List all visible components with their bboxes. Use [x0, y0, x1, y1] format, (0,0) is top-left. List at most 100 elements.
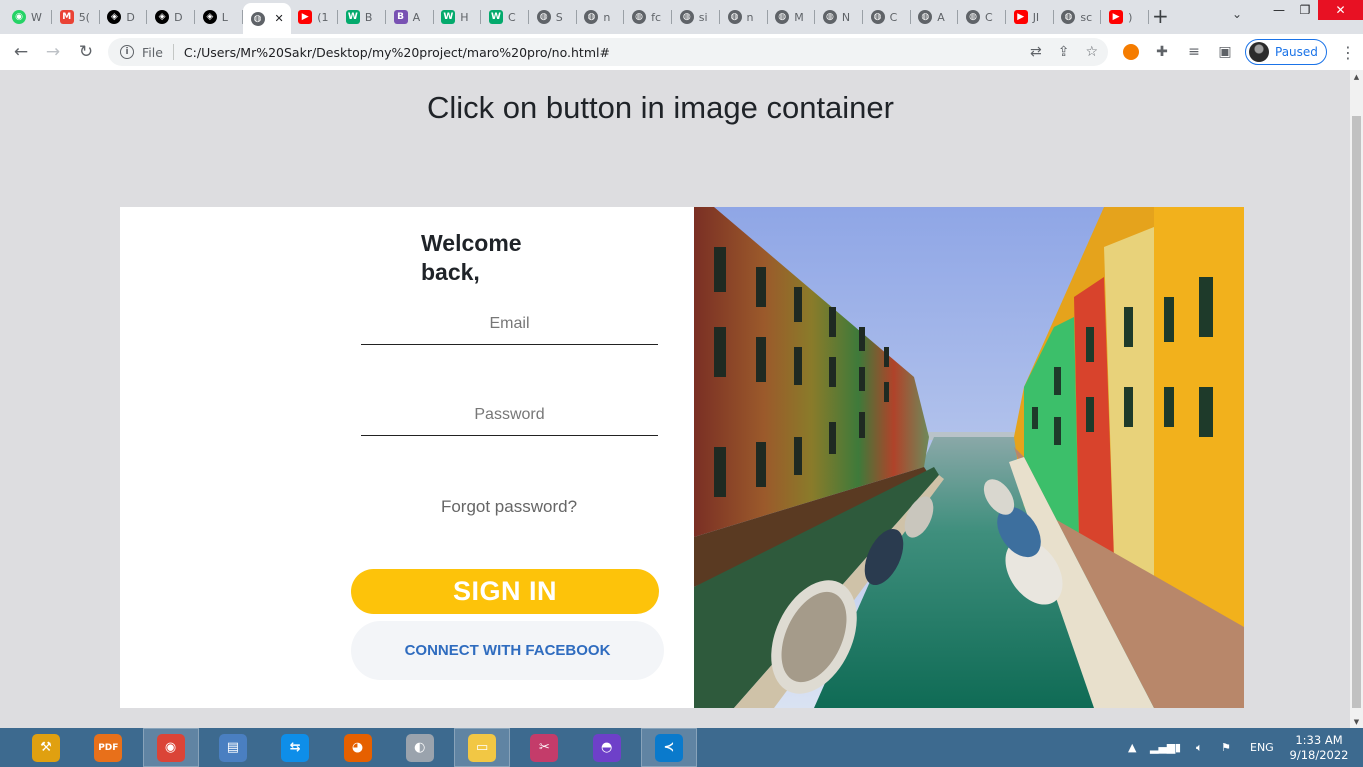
taskbar-app-button[interactable]: ≺	[641, 728, 697, 767]
extension-button[interactable]	[1122, 43, 1140, 61]
clock-date: 9/18/2022	[1289, 748, 1349, 762]
browser-tab[interactable]: ◍ M	[767, 5, 816, 29]
taskbar-app-button[interactable]: ◕	[330, 728, 386, 767]
new-tab-button[interactable]: +	[1152, 5, 1169, 27]
forgot-password-link[interactable]: Forgot password?	[350, 497, 668, 517]
tab-title: D	[174, 10, 183, 24]
volume-icon[interactable]: 🔈︎	[1196, 728, 1203, 767]
browser-tab[interactable]: ◈ D	[99, 5, 148, 29]
browser-toolbar: ← → ↻ i File C:/Users/Mr%20Sakr/Desktop/…	[0, 34, 1363, 70]
network-pc-icon: ▤	[218, 733, 247, 762]
windows-taskbar: ▲ ▂▄▆ ▮ 🔈︎ ⚑ ENG 1:33 AM 9/18/2022 ⚒ PDF ◉…	[0, 728, 1363, 767]
taskbar-app-button[interactable]: ◓	[579, 728, 635, 767]
taskbar-app-button[interactable]: ⇆	[267, 728, 323, 767]
connect-facebook-button[interactable]: CONNECT WITH FACEBOOK	[351, 621, 664, 680]
taskbar-app-button[interactable]: ◐	[392, 728, 448, 767]
system-clock[interactable]: 1:33 AM 9/18/2022	[1286, 733, 1352, 763]
taskbar-app-button[interactable]: ⚒	[18, 728, 74, 767]
browser-tab[interactable]: ◍ fc	[624, 5, 673, 29]
browser-tab[interactable]: ◈ D	[147, 5, 196, 29]
taskbar-app-button[interactable]: ✂	[516, 728, 572, 767]
tray-overflow-icon[interactable]: ▲	[1128, 728, 1136, 767]
browser-tab[interactable]: ◍ n	[576, 5, 625, 29]
tab-title: si	[698, 10, 708, 24]
profile-button[interactable]: Paused	[1245, 39, 1327, 65]
reload-button[interactable]: ↻	[74, 40, 98, 64]
restore-button[interactable]: ❐	[1288, 0, 1322, 20]
tab-title: C	[508, 10, 516, 24]
tab-title: n	[746, 10, 754, 24]
browser-tab[interactable]: M 5(	[52, 5, 100, 29]
bookmark-star-icon[interactable]: ☆	[1085, 44, 1098, 60]
browser-tab[interactable]: ◍ si	[672, 5, 720, 29]
scroll-up-arrow-icon[interactable]: ▲	[1350, 70, 1363, 83]
taskbar-app-button[interactable]: PDF	[80, 728, 136, 767]
page-viewport: Click on button in image container Welco…	[0, 70, 1350, 728]
url-scheme-label: File	[142, 44, 163, 60]
email-field[interactable]	[361, 303, 658, 345]
chrome-icon: ◉	[156, 733, 185, 762]
browser-tab[interactable]: ◍ N	[815, 5, 863, 29]
taskbar-app-button[interactable]: ◉	[142, 728, 199, 767]
file-explorer-icon: ▭	[468, 733, 497, 762]
browser-tab[interactable]: WB	[338, 5, 386, 29]
browser-tab[interactable]: ◍ n	[720, 5, 768, 29]
firefox-icon: ◕	[343, 733, 372, 762]
extensions-puzzle-button[interactable]: ✚	[1153, 43, 1171, 61]
tab-title: M	[794, 10, 804, 24]
browser-tab[interactable]: ◍ C	[863, 5, 911, 29]
url-text[interactable]: C:/Users/Mr%20Sakr/Desktop/my%20project/…	[184, 45, 610, 60]
share-icon[interactable]: ⇪	[1058, 44, 1070, 60]
flag-icon[interactable]: ⚑	[1221, 728, 1231, 767]
globe-icon: ◍	[966, 10, 980, 24]
language-indicator[interactable]: ENG	[1250, 728, 1274, 767]
whatsapp-icon: ◉	[12, 10, 26, 24]
browser-tab[interactable]: ◍ C	[958, 5, 1006, 29]
welcome-heading: Welcome back,	[421, 230, 522, 285]
back-button[interactable]: ←	[9, 40, 33, 64]
password-field[interactable]	[361, 394, 658, 436]
media-control-button[interactable]: ≡	[1185, 43, 1203, 61]
codepen-icon: ◈	[202, 10, 217, 24]
login-card: Welcome back, Forgot password? SIGN IN C…	[120, 207, 1244, 708]
address-bar[interactable]: i File C:/Users/Mr%20Sakr/Desktop/my%20p…	[108, 38, 1108, 66]
browser-tab[interactable]: WC	[481, 5, 529, 29]
browser-tab[interactable]: ◍ A	[910, 5, 959, 29]
battery-icon[interactable]: ▮	[1175, 728, 1181, 767]
browser-tab[interactable]: ▶ JI	[1006, 5, 1054, 29]
browser-tab[interactable]: ▶)	[1101, 5, 1150, 29]
more-menu-icon[interactable]: ⋮	[1340, 43, 1356, 62]
pdf-icon: PDF	[94, 733, 123, 762]
tab-title: B	[364, 10, 373, 24]
tab-close-icon[interactable]: ✕	[275, 12, 284, 25]
signal-icon[interactable]: ▂▄▆	[1150, 728, 1175, 767]
side-panel-button[interactable]: ▣	[1216, 43, 1234, 61]
browser-tab[interactable]: ◍ ✕	[242, 3, 291, 34]
page-scrollbar[interactable]: ▲ ▼	[1350, 70, 1363, 728]
browser-tab[interactable]: ◍ S	[529, 5, 577, 29]
tab-title: C	[889, 10, 898, 24]
browser-tab[interactable]: ◈ L	[195, 5, 243, 29]
taskbar-app-button[interactable]: ▤	[205, 728, 261, 767]
browser-tab[interactable]: ◍ sc	[1053, 5, 1102, 29]
browser-tab[interactable]: BA	[386, 5, 434, 29]
forward-button[interactable]: →	[41, 40, 65, 64]
taskbar-app-button[interactable]: ▭	[454, 728, 511, 767]
browser-tab[interactable]: WH	[433, 5, 482, 29]
tab-search-chevron-icon[interactable]: ⌄	[1232, 7, 1242, 21]
gmail-icon: M	[59, 10, 74, 24]
w3schools-icon: W	[489, 10, 503, 24]
scroll-thumb[interactable]	[1352, 116, 1361, 708]
scroll-down-arrow-icon[interactable]: ▼	[1350, 715, 1363, 728]
tab-strip: + ⌄ — ❐ ✕ ◉ W M 5(◈ D ◈ D ◈ L ◍ ✕ ▶ (1 W B B A W H W C ◍ S ◍ n ◍ f…	[0, 0, 1363, 34]
close-window-button[interactable]: ✕	[1318, 0, 1363, 20]
sign-in-button[interactable]: SIGN IN	[351, 569, 659, 614]
info-icon[interactable]: i	[120, 45, 134, 59]
page-title: Click on button in image container	[427, 90, 894, 125]
translate-icon[interactable]: ⇄	[1030, 44, 1042, 60]
playlist-icon: ≡	[1188, 44, 1200, 60]
browser-tab[interactable]: ◉ W	[4, 5, 52, 29]
tab-title: C	[985, 10, 993, 24]
browser-tab[interactable]: ▶ (1	[290, 5, 339, 29]
tab-title: 5(	[78, 10, 90, 24]
